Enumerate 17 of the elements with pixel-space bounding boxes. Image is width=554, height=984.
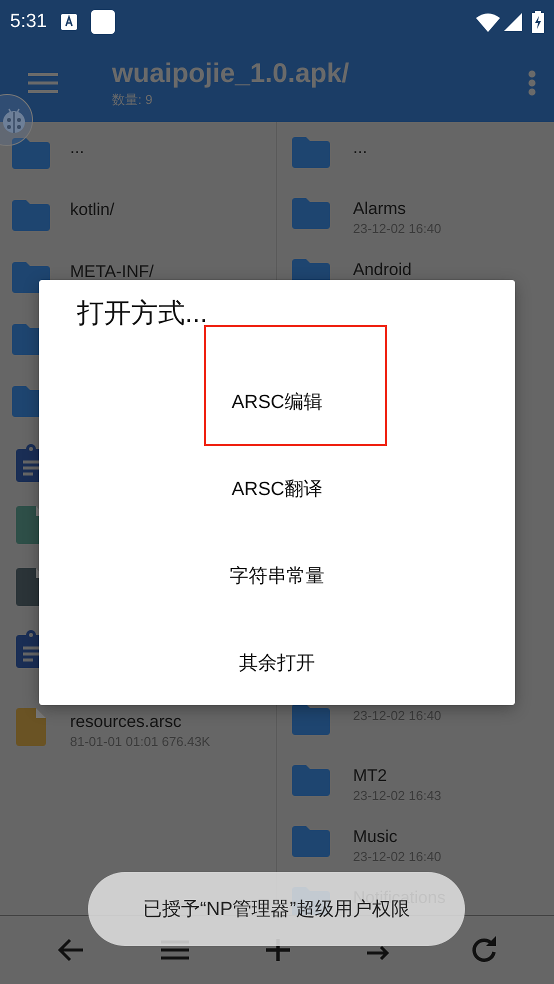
dialog-title: 打开方式... — [77, 297, 208, 330]
window-title: wuaipojie_1.0.apk/ — [112, 57, 350, 89]
file-name: META-INF/ — [70, 262, 154, 281]
open-with-option[interactable]: 其余打开 — [39, 619, 515, 706]
open-with-option[interactable]: 字符串常量 — [39, 532, 515, 619]
file-name: ... — [70, 138, 84, 157]
file-name: ... — [353, 138, 368, 157]
file-name: Music — [353, 827, 398, 846]
file-name: Alarms — [353, 199, 407, 218]
file-name: kotlin/ — [70, 200, 114, 219]
clock: 5:31 — [10, 11, 47, 33]
file-name: resources.arsc — [70, 712, 182, 731]
item-count: 数量: 9 — [112, 91, 154, 109]
open-with-option[interactable]: ARSC翻译 — [39, 445, 515, 532]
file-name: Android — [353, 260, 412, 279]
open-with-option[interactable]: ARSC编辑 — [39, 358, 515, 445]
file-name: MT2 — [353, 766, 388, 785]
